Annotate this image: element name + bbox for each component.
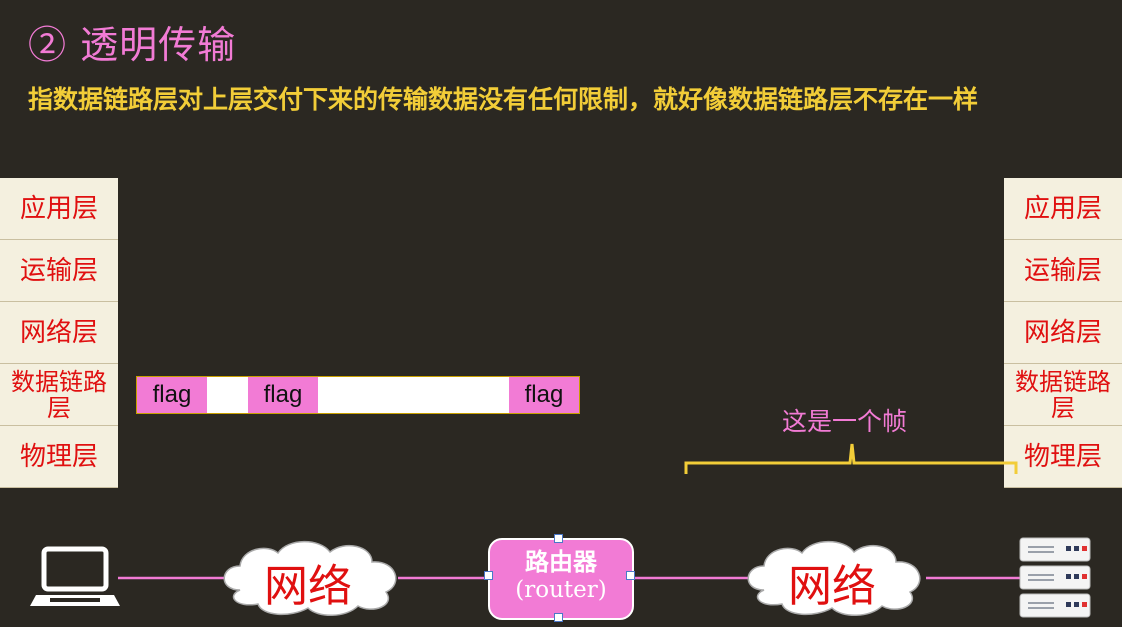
selection-handle-bottom: [554, 613, 563, 622]
selection-handle-left: [484, 571, 493, 580]
router-name: 路由器: [525, 547, 597, 576]
router-box: 路由器 (router): [484, 534, 635, 622]
diagram-lines: [30, 443, 1091, 618]
server-rack-icon: [1019, 537, 1091, 618]
network-cloud-label-left: 网络: [264, 561, 352, 612]
router-english-name: (router): [515, 577, 607, 603]
selection-handle-top: [554, 534, 563, 543]
frame-bracket: [684, 443, 1018, 474]
selection-handle-right: [626, 571, 635, 580]
network-cloud-label-right: 网络: [788, 561, 876, 612]
laptop-icon: [30, 546, 120, 606]
